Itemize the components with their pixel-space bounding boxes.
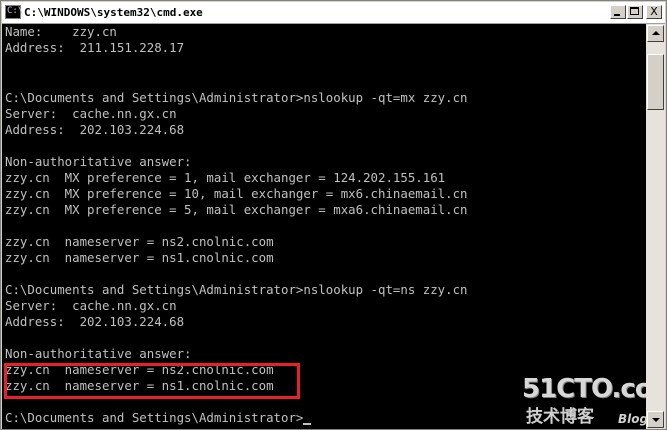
scroll-down-button[interactable] bbox=[647, 411, 664, 428]
console-line: zzy.cn MX preference = 5, mail exchanger… bbox=[5, 202, 468, 217]
watermark-subtitle: 技术博客 bbox=[526, 407, 594, 427]
console-line: Name: zzy.cn bbox=[5, 24, 117, 39]
cmd-app-icon-glyph: C:\ bbox=[7, 6, 24, 16]
console-line: Non-authoritative answer: bbox=[5, 154, 192, 169]
console-prompt: C:\Documents and Settings\Administrator> bbox=[5, 410, 304, 425]
console-line: Non-authoritative answer: bbox=[5, 346, 192, 361]
vertical-scrollbar[interactable] bbox=[646, 24, 665, 429]
console-line: zzy.cn MX preference = 10, mail exchange… bbox=[5, 186, 468, 201]
close-icon: X bbox=[650, 5, 658, 18]
watermark-logo-text: 51CTO.com bbox=[522, 374, 646, 404]
window-title: C:\WINDOWS\system32\cmd.exe bbox=[24, 6, 203, 19]
scroll-down-arrow-icon bbox=[652, 418, 660, 422]
maximize-icon bbox=[630, 7, 639, 15]
minimize-icon bbox=[614, 14, 620, 16]
cmd-window: C:\ C:\WINDOWS\system32\cmd.exe X Name: … bbox=[0, 0, 667, 430]
console-line: Server: cache.nn.gx.cn bbox=[5, 298, 177, 313]
console-prompt-line[interactable]: C:\Documents and Settings\Administrator> bbox=[5, 410, 312, 426]
watermark-51cto: 51CTO.com 技术博客 Blog bbox=[520, 374, 646, 429]
console-line: Address: 211.151.228.17 bbox=[5, 40, 185, 55]
cmd-app-icon[interactable]: C:\ bbox=[5, 5, 24, 19]
close-button[interactable]: X bbox=[646, 5, 662, 19]
scroll-up-button[interactable] bbox=[647, 25, 664, 42]
console-line: zzy.cn MX preference = 1, mail exchanger… bbox=[5, 170, 446, 185]
title-bar[interactable]: C:\ C:\WINDOWS\system32\cmd.exe X bbox=[2, 2, 665, 24]
console-line: Address: 202.103.224.68 bbox=[5, 122, 185, 137]
console-line: Address: 202.103.224.68 bbox=[5, 314, 185, 329]
console-line: C:\Documents and Settings\Administrator>… bbox=[5, 282, 468, 297]
console-line: Server: cache.nn.gx.cn bbox=[5, 106, 177, 121]
scroll-up-arrow-icon bbox=[652, 31, 660, 35]
console-line: C:\Documents and Settings\Administrator>… bbox=[5, 90, 468, 105]
scrollbar-thumb[interactable] bbox=[647, 54, 664, 110]
console-line: zzy.cn nameserver = ns2.cnolnic.com bbox=[5, 234, 274, 249]
red-highlight-box bbox=[4, 363, 300, 399]
maximize-button[interactable] bbox=[627, 5, 643, 19]
watermark-blog: Blog bbox=[618, 412, 646, 426]
minimize-button[interactable] bbox=[610, 5, 626, 19]
console-output[interactable]: Name: zzy.cn Address: 211.151.228.17 C:\… bbox=[2, 24, 646, 429]
text-cursor bbox=[303, 423, 312, 425]
console-line: zzy.cn nameserver = ns1.cnolnic.com bbox=[5, 250, 274, 265]
